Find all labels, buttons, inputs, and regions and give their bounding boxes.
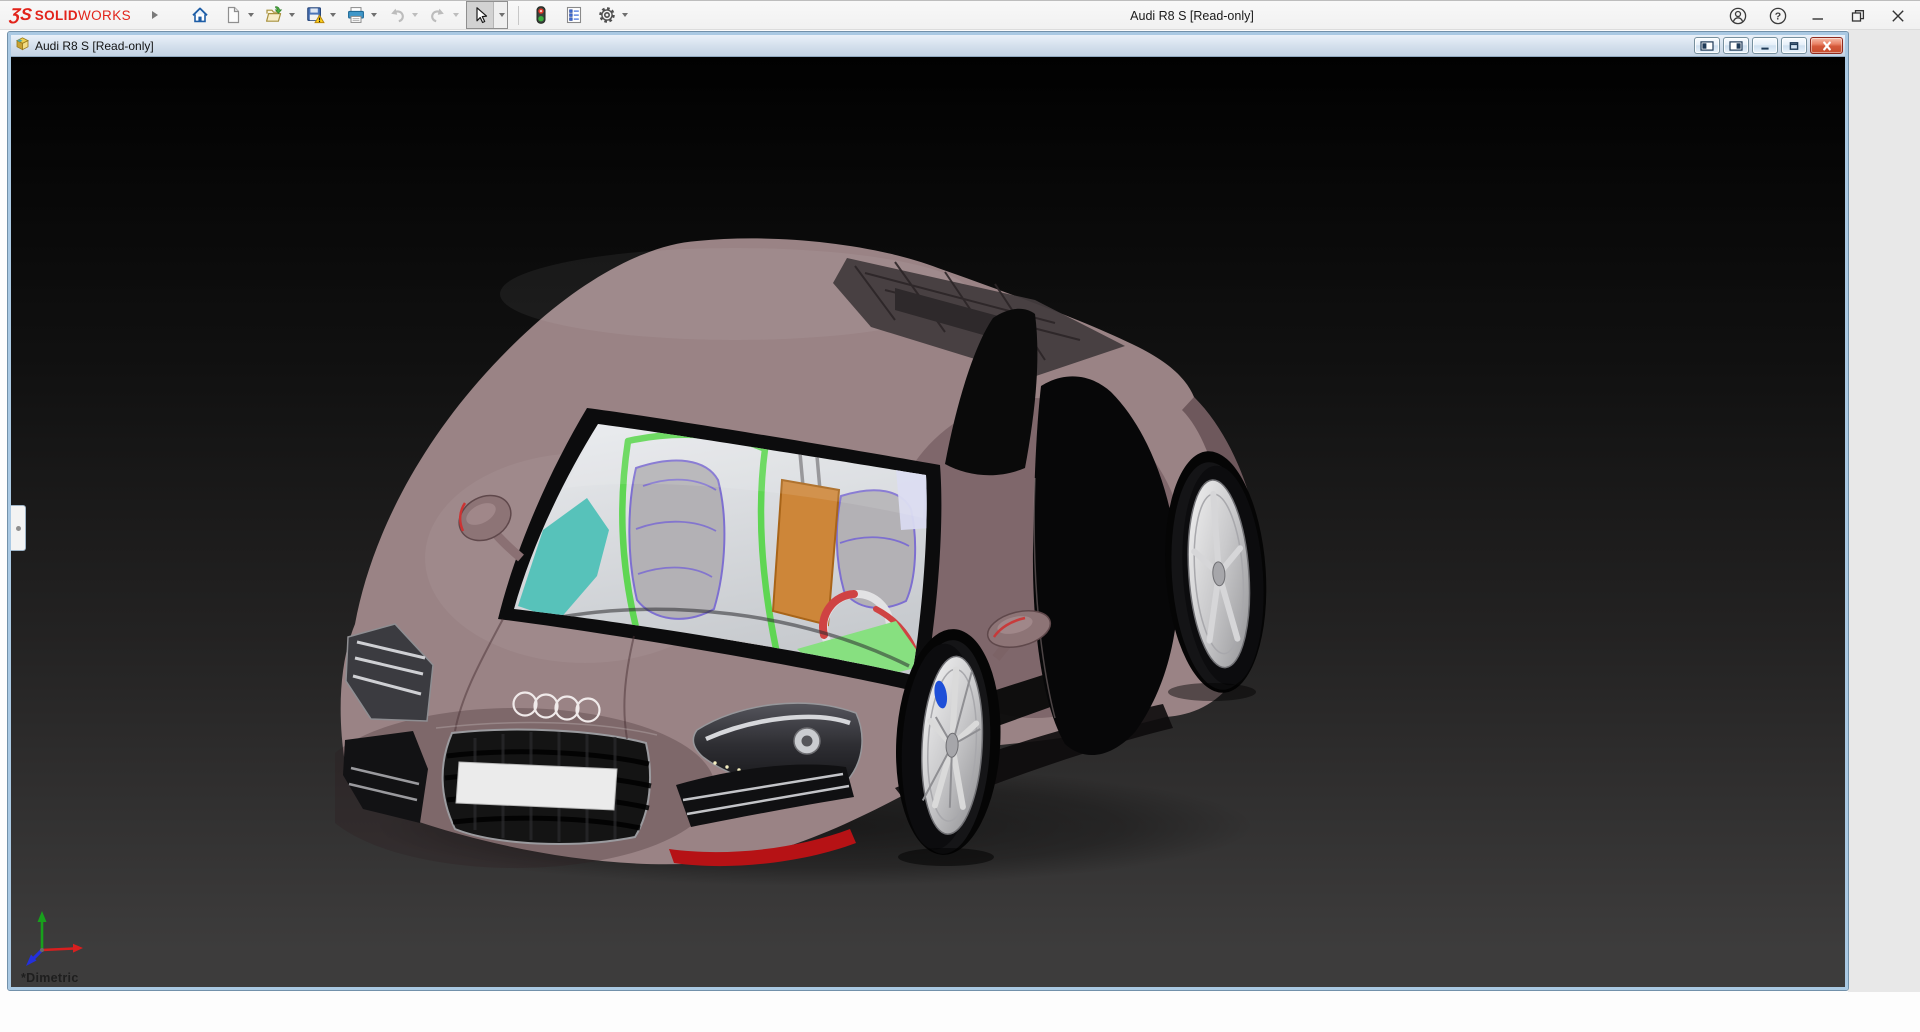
document-window: Audi R8 S [Read-only] (8, 32, 1848, 990)
document-restore-button[interactable] (1781, 37, 1807, 54)
open-dropdown-arrow[interactable] (289, 13, 295, 17)
traffic-light-icon (531, 5, 551, 25)
document-window-controls (1694, 37, 1843, 54)
new-document-button[interactable] (220, 2, 246, 28)
save-warning-icon (305, 5, 325, 25)
select-dropdown-arrow (499, 13, 505, 17)
orientation-triad (24, 904, 94, 974)
minimize-icon (1810, 8, 1826, 24)
home-button[interactable] (187, 2, 213, 28)
save-dropdown-arrow[interactable] (330, 13, 336, 17)
display-states-button[interactable] (528, 2, 554, 28)
minimize-button[interactable] (1808, 6, 1828, 26)
print-button[interactable] (343, 2, 369, 28)
printer-icon (346, 5, 366, 25)
restore-button[interactable] (1848, 6, 1868, 26)
mdi-client-area: Audi R8 S [Read-only] (0, 30, 1920, 1032)
close-button[interactable] (1888, 6, 1908, 26)
document-minimize-button[interactable] (1752, 37, 1778, 54)
assembly-document-icon (15, 36, 30, 56)
save-button[interactable] (302, 2, 328, 28)
open-folder-icon (264, 5, 284, 25)
logo-text-solid: SOLID (35, 8, 78, 23)
undo-button[interactable] (384, 2, 410, 28)
toolbar-separator (518, 6, 519, 25)
help-icon: ? (1769, 7, 1787, 25)
pane-right-button[interactable] (1723, 37, 1749, 54)
close-icon (1890, 8, 1906, 24)
options-button[interactable] (594, 2, 620, 28)
pane-left-icon (1700, 41, 1714, 51)
view-orientation-label: *Dimetric (21, 971, 79, 985)
main-toolbar (187, 1, 635, 29)
document-titlebar[interactable]: Audi R8 S [Read-only] (11, 35, 1845, 57)
panel-tab-grip (16, 526, 21, 531)
app-window-controls: ? (1728, 1, 1908, 31)
open-button[interactable] (261, 2, 287, 28)
redo-arrow-icon (428, 5, 448, 25)
document-title: Audi R8 S [Read-only] (35, 39, 154, 53)
featuremanager-collapsed-tab[interactable] (11, 505, 26, 551)
home-icon (190, 5, 210, 25)
solidworks-app-window: ƷS SOLIDWORKS (0, 0, 1920, 1032)
print-dropdown-arrow[interactable] (371, 13, 377, 17)
svg-text:?: ? (1775, 11, 1781, 23)
logo-text-works: WORKS (78, 8, 131, 23)
cursor-arrow-icon (470, 5, 490, 25)
select-tool-group (466, 1, 508, 29)
new-file-icon (223, 5, 243, 25)
document-minimize-icon (1758, 41, 1772, 51)
undo-dropdown-arrow[interactable] (412, 13, 418, 17)
gear-icon (597, 5, 617, 25)
new-dropdown-arrow[interactable] (248, 13, 254, 17)
document-close-icon (1820, 41, 1834, 51)
document-restore-icon (1787, 41, 1801, 51)
account-icon (1729, 7, 1747, 25)
document-close-button[interactable] (1810, 37, 1843, 54)
dassault-logo-mark: ƷS (9, 5, 33, 25)
toolbar-expand-button[interactable] (145, 5, 165, 25)
pane-right-icon (1729, 41, 1743, 51)
redo-button[interactable] (425, 2, 451, 28)
chevron-right-icon (151, 10, 159, 20)
car-model-audi-r8[interactable] (335, 228, 1275, 888)
restore-icon (1850, 8, 1866, 24)
license-plate (456, 762, 617, 810)
task-pane-strip[interactable] (1848, 30, 1920, 992)
app-titlebar: ƷS SOLIDWORKS (0, 0, 1920, 30)
properties-list-icon (564, 5, 584, 25)
undo-arrow-icon (387, 5, 407, 25)
help-button[interactable]: ? (1768, 6, 1788, 26)
solidworks-logo: ƷS SOLIDWORKS (0, 5, 131, 25)
pane-left-button[interactable] (1694, 37, 1720, 54)
select-tool-button[interactable] (467, 2, 493, 28)
select-dropdown-cell[interactable] (493, 2, 507, 28)
redo-dropdown-arrow[interactable] (453, 13, 459, 17)
options-dropdown-arrow[interactable] (622, 13, 628, 17)
file-properties-button[interactable] (561, 2, 587, 28)
sign-in-button[interactable] (1728, 6, 1748, 26)
window-title: Audi R8 S [Read-only] (1062, 1, 1322, 31)
graphics-viewport[interactable]: *Dimetric (11, 57, 1845, 987)
